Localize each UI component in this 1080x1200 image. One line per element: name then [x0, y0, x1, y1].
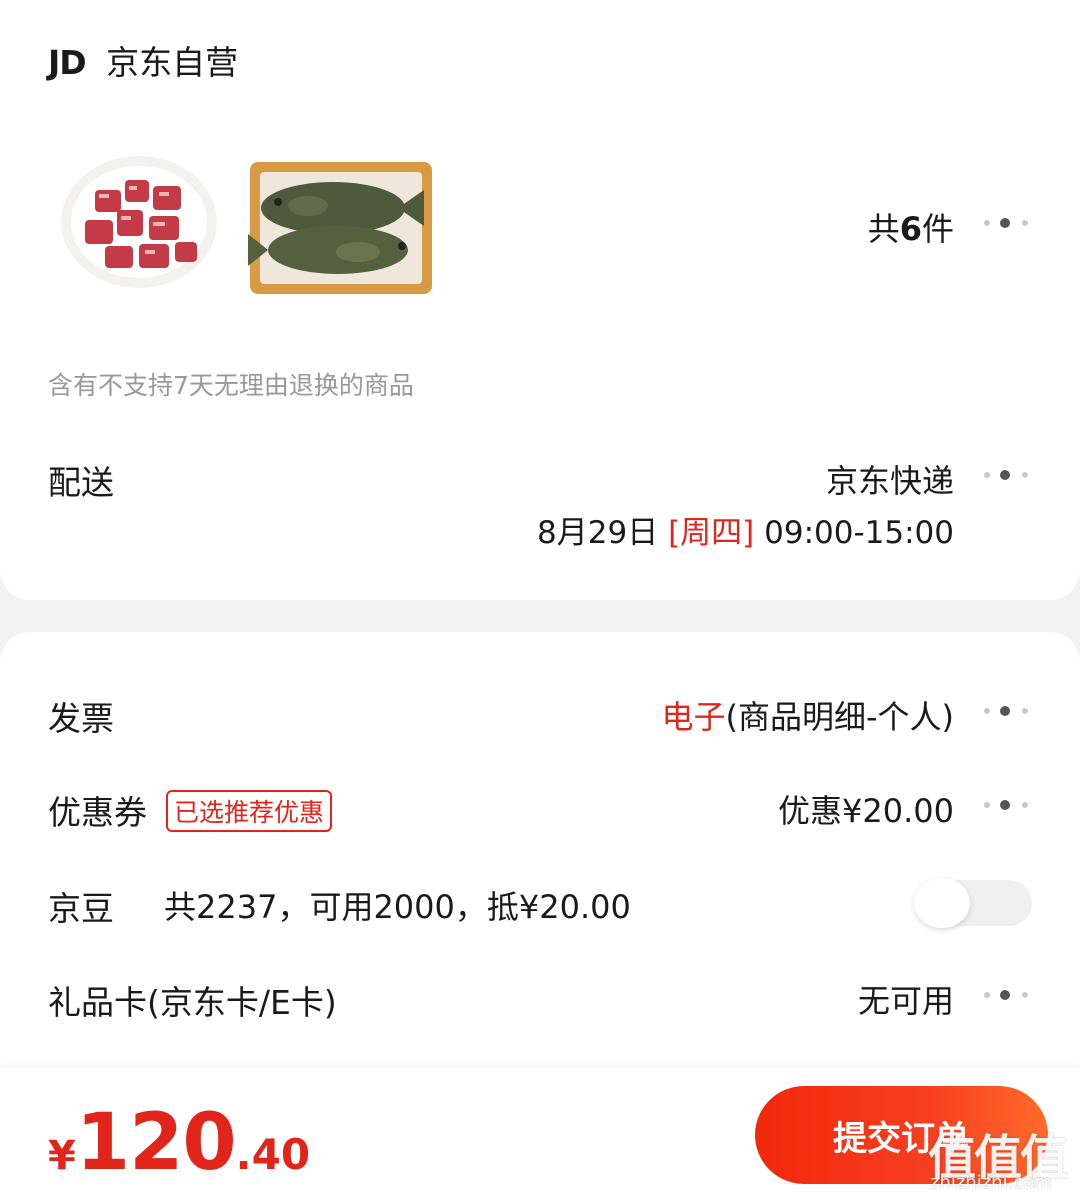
item-count[interactable]: 共6件 — [868, 204, 954, 250]
product-thumbnail-fish[interactable] — [248, 160, 434, 296]
toggle-knob — [914, 878, 970, 928]
more-icon[interactable] — [982, 702, 1030, 722]
coupon-badge: 已选推荐优惠 — [166, 790, 333, 832]
invoice-value[interactable]: 电子(商品明细-个人) — [661, 692, 954, 738]
invoice-label: 发票 — [48, 699, 114, 738]
watermark-url: zhizhizhi.com — [930, 1172, 1052, 1193]
product-thumbnail-meat[interactable] — [55, 150, 225, 300]
delivery-method[interactable]: 京东快递 — [826, 456, 954, 502]
coupon-label: 优惠券 — [48, 793, 147, 832]
store-order-card: JD 京东自营 共6件 含有不支持7天无理由退换的商品 配送 京东快递 8月29… — [0, 0, 1080, 600]
store-header[interactable]: JD 京东自营 — [48, 36, 238, 84]
more-icon[interactable] — [982, 466, 1030, 486]
delivery-label: 配送 — [48, 463, 114, 502]
gift-card-value[interactable]: 无可用 — [858, 976, 954, 1022]
jingdou-detail: 共2237，可用2000，抵¥20.00 — [164, 888, 631, 926]
grilled-fish-image — [248, 162, 432, 294]
delivery-time[interactable]: 8月29日 [周四] 09:00-15:00 — [537, 507, 954, 552]
delivery-weekday: [周四] — [668, 515, 755, 551]
more-icon[interactable] — [982, 214, 1030, 234]
store-name: 京东自营 — [106, 43, 239, 82]
return-policy-notice: 含有不支持7天无理由退换的商品 — [48, 371, 414, 400]
jingdou-toggle[interactable] — [914, 878, 1032, 928]
total-price: ¥120.40 — [48, 1098, 311, 1188]
jingdou-label: 京豆 — [48, 889, 114, 928]
more-icon[interactable] — [982, 986, 1030, 1006]
coupon-value[interactable]: 优惠¥20.00 — [778, 786, 954, 832]
diced-meat-image — [61, 156, 217, 288]
more-icon[interactable] — [982, 796, 1030, 816]
gift-card-label: 礼品卡(京东卡/E卡) — [48, 983, 337, 1022]
jd-logo-icon: JD — [48, 43, 87, 82]
